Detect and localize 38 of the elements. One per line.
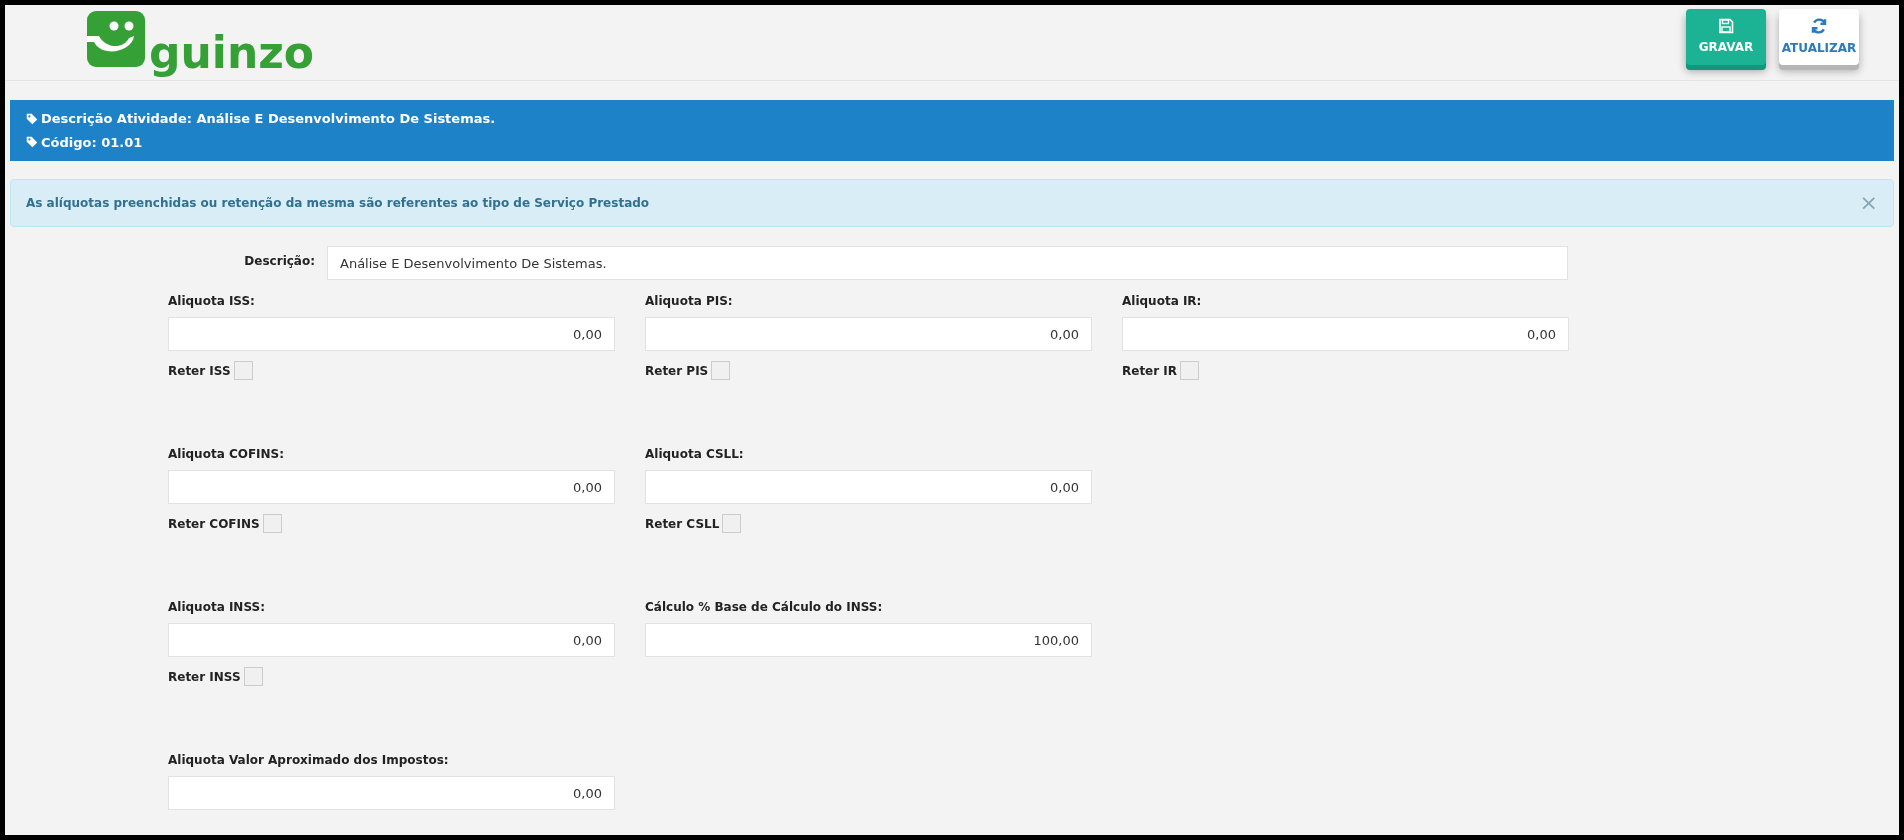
rate-input-field[interactable]: 0,00 xyxy=(1122,317,1569,351)
field-label: Aliquota COFINS: xyxy=(168,447,286,462)
checkbox[interactable] xyxy=(262,514,282,533)
checkbox[interactable] xyxy=(711,361,731,380)
checkbox-label: Reter COFINS xyxy=(168,515,260,533)
alert-text: As alíquotas preenchidas ou retenção da mesma são referentes ao tipo de Serviço Prestado xyxy=(26,195,650,212)
checkbox[interactable] xyxy=(1180,361,1200,380)
banner-text: Descrição Atividade: Análise E Desenvolvimento De Sistemas. xyxy=(41,110,496,128)
rate-input-field[interactable]: 0,00 xyxy=(168,317,615,351)
field-label: Aliquota Valor Aproximado dos Impostos: xyxy=(168,753,450,768)
refresh-icon xyxy=(1810,17,1828,35)
rate-input-field[interactable]: 0,00 xyxy=(645,317,1092,351)
banner-text: Código: 01.01 xyxy=(41,133,143,152)
field-label: Cálculo % Base de Cálculo do INSS: xyxy=(645,600,884,615)
rate-input-field[interactable]: 0,00 xyxy=(168,623,615,657)
rate-input-field[interactable]: 0,00 xyxy=(168,776,615,810)
field-label: Aliquota PIS: xyxy=(645,294,734,309)
field-label: Aliquota IR: xyxy=(1122,294,1203,309)
checkbox-label: Reter INSS xyxy=(168,668,241,686)
description-input-field[interactable]: Análise E Desenvolvimento De Sistemas. xyxy=(327,246,1568,280)
tag-icon xyxy=(26,112,38,125)
checkbox-label: Reter PIS xyxy=(645,362,709,380)
tag-icon xyxy=(26,136,38,149)
smiley-logo-icon xyxy=(87,11,145,67)
field-label: Aliquota CSLL: xyxy=(645,447,745,462)
field-label: Aliquota INSS: xyxy=(168,600,266,615)
rate-input-field[interactable]: 0,00 xyxy=(645,470,1092,504)
checkbox-label: Reter IR xyxy=(1122,362,1178,380)
description-label: Descrição: xyxy=(243,253,316,270)
logo-text: guinzo xyxy=(149,31,315,75)
rate-input-field[interactable]: 0,00 xyxy=(168,470,615,504)
checkbox[interactable] xyxy=(722,514,742,533)
checkbox[interactable] xyxy=(233,361,253,380)
field-label: Aliquota ISS: xyxy=(168,294,256,309)
rate-input-field[interactable]: 100,00 xyxy=(645,623,1092,657)
checkbox-label: Reter CSLL xyxy=(645,515,720,533)
checkbox[interactable] xyxy=(243,667,263,686)
checkbox-label: Reter ISS xyxy=(168,362,231,380)
